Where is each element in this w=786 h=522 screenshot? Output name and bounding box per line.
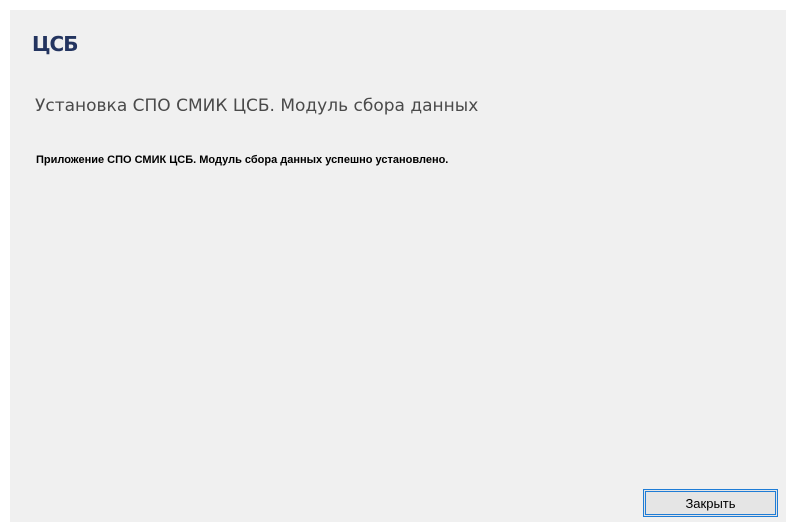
close-button[interactable]: Закрыть <box>643 489 778 517</box>
installer-window: ЦСБ Установка СПО СМИК ЦСБ. Модуль сбора… <box>10 10 786 522</box>
csb-logo: ЦСБ <box>32 32 78 56</box>
installer-title: Установка СПО СМИК ЦСБ. Модуль сбора дан… <box>35 96 479 116</box>
success-message: Приложение СПО СМИК ЦСБ. Модуль сбора да… <box>36 154 449 166</box>
